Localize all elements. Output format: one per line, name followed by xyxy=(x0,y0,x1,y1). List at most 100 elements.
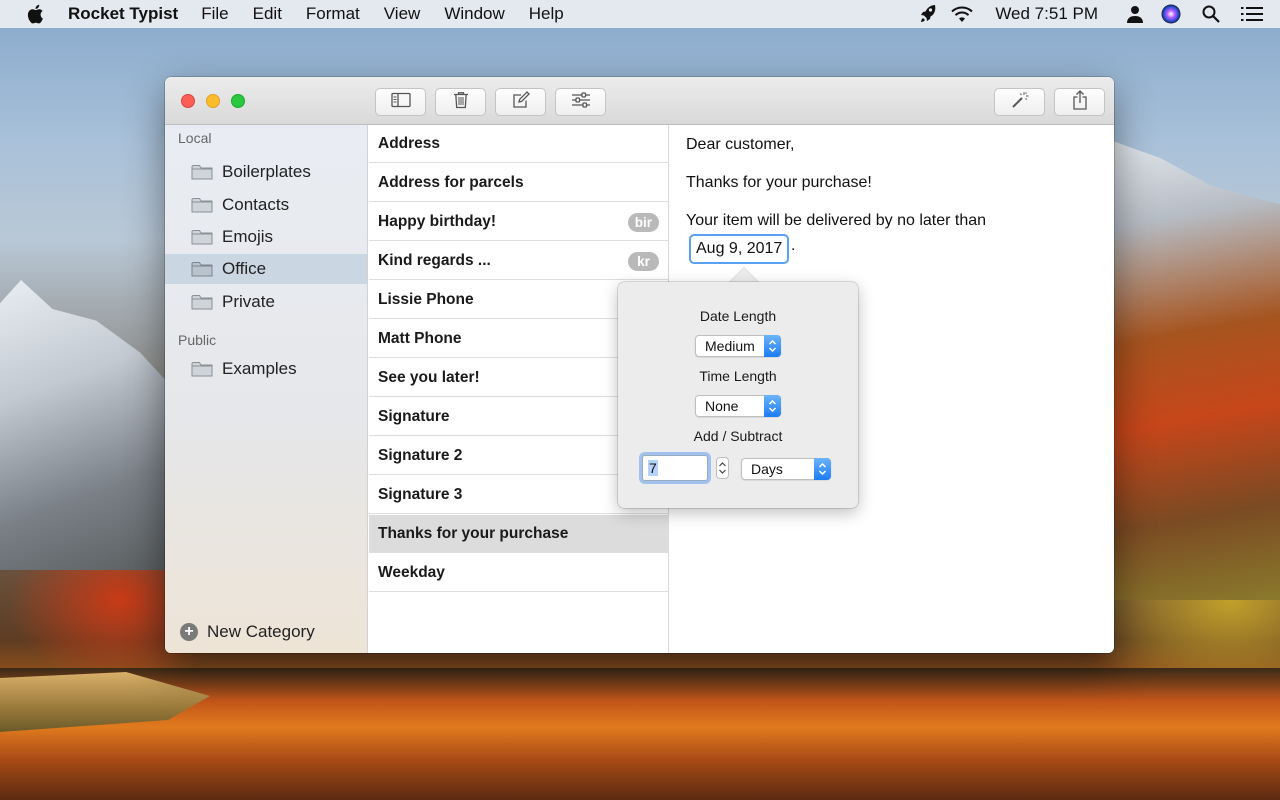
menu-help[interactable]: Help xyxy=(529,4,564,24)
time-length-select[interactable]: None xyxy=(695,395,781,417)
add-subtract-value: 7 xyxy=(648,460,658,476)
sidebar-item-label: Office xyxy=(222,259,267,278)
date-placeholder-token[interactable]: Aug 9, 2017 xyxy=(689,234,790,264)
add-subtract-stepper[interactable] xyxy=(716,457,729,479)
snippet-title: Kind regards ... xyxy=(378,251,491,269)
time-length-value: None xyxy=(705,398,739,414)
new-category-button[interactable]: + New Category xyxy=(180,621,315,643)
add-subtract-input[interactable]: 7 xyxy=(642,455,708,481)
trash-icon xyxy=(453,91,469,114)
sidebar-item-label: Emojis xyxy=(222,227,274,246)
zoom-window-button[interactable] xyxy=(231,94,245,108)
snippet-title: Lissie Phone xyxy=(378,290,474,308)
magic-button[interactable] xyxy=(994,88,1045,116)
snippet-title: Matt Phone xyxy=(378,329,462,347)
sidebar-item-office[interactable]: Office xyxy=(165,254,367,284)
user-icon[interactable] xyxy=(1124,0,1146,28)
menu-file[interactable]: File xyxy=(201,4,228,24)
snippet-title: Address xyxy=(378,134,441,152)
plus-circle-icon: + xyxy=(180,623,198,641)
snippet-title: Happy birthday! xyxy=(378,212,496,230)
unit-select[interactable]: Days xyxy=(741,458,831,480)
editor-trailing-text: . xyxy=(791,237,796,254)
mountain-right xyxy=(1110,140,1280,600)
siri-icon[interactable] xyxy=(1160,0,1182,28)
share-icon xyxy=(1072,89,1088,115)
snippet-row[interactable]: Happy birthday! bir xyxy=(369,203,669,241)
unit-value: Days xyxy=(751,461,783,477)
snippet-title: Signature 2 xyxy=(378,446,463,464)
compose-icon xyxy=(512,90,530,114)
close-window-button[interactable] xyxy=(181,94,195,108)
popover-arrow xyxy=(729,268,759,283)
folder-icon xyxy=(191,196,213,214)
mountain-left xyxy=(0,280,175,570)
editor-line: Dear customer, xyxy=(686,136,795,153)
menu-edit[interactable]: Edit xyxy=(253,4,282,24)
snippet-row-selected[interactable]: Thanks for your purchase xyxy=(369,515,669,553)
wifi-icon[interactable] xyxy=(949,0,975,28)
toggle-sidebar-button[interactable] xyxy=(375,88,426,116)
updown-arrows-icon xyxy=(814,458,831,480)
sidebar-toggle-icon xyxy=(390,92,411,113)
abbreviation-badge: bir xyxy=(627,213,659,232)
magic-wand-icon xyxy=(1011,91,1029,114)
new-category-label: New Category xyxy=(207,622,315,641)
app-menu[interactable]: Rocket Typist xyxy=(68,4,178,24)
menu-window[interactable]: Window xyxy=(444,4,504,24)
sliders-icon xyxy=(571,91,591,113)
menu-view[interactable]: View xyxy=(384,4,421,24)
stepper-arrows-icon xyxy=(719,462,726,474)
sidebar-item-emojis[interactable]: Emojis xyxy=(165,222,367,252)
updown-arrows-icon xyxy=(764,335,781,357)
date-settings-popover: Date Length Medium Time Length None Add … xyxy=(618,282,858,508)
apple-menu-icon[interactable] xyxy=(26,4,46,24)
sidebar-item-label: Private xyxy=(222,292,275,311)
date-length-value: Medium xyxy=(705,338,755,354)
new-snippet-button[interactable] xyxy=(495,88,546,116)
abbreviation-badge: kr xyxy=(628,252,659,271)
sidebar: Local Boilerplates Contacts Emojis Offic… xyxy=(165,125,368,653)
sidebar-item-examples[interactable]: Examples xyxy=(165,354,367,384)
snippet-title: Weekday xyxy=(378,563,445,581)
menu-format[interactable]: Format xyxy=(306,4,360,24)
list-icon[interactable] xyxy=(1240,0,1264,28)
folder-icon xyxy=(191,228,213,246)
snippet-title: Address for parcels xyxy=(378,173,524,191)
snippet-title: See you later! xyxy=(378,368,480,386)
sidebar-item-label: Examples xyxy=(222,359,297,378)
snippet-title: Signature 3 xyxy=(378,485,463,503)
sidebar-item-label: Contacts xyxy=(222,195,290,214)
menu-clock[interactable]: Wed 7:51 PM xyxy=(995,4,1098,24)
sidebar-item-private[interactable]: Private xyxy=(165,287,367,317)
editor-line: Thanks for your purchase! xyxy=(686,174,872,191)
folder-icon xyxy=(191,260,213,278)
delete-button[interactable] xyxy=(435,88,486,116)
section-header-local: Local xyxy=(178,130,212,146)
time-length-label: Time Length xyxy=(699,368,777,384)
snippet-row[interactable]: Address for parcels xyxy=(369,164,669,202)
sidebar-item-boilerplates[interactable]: Boilerplates xyxy=(165,157,367,187)
rocket-icon[interactable] xyxy=(917,0,939,28)
settings-button[interactable] xyxy=(555,88,606,116)
share-button[interactable] xyxy=(1054,88,1105,116)
snippet-row[interactable]: Weekday xyxy=(369,554,669,592)
section-header-public: Public xyxy=(178,332,217,348)
lake xyxy=(0,668,1280,800)
date-length-select[interactable]: Medium xyxy=(695,335,781,357)
folder-icon xyxy=(191,293,213,311)
add-subtract-label: Add / Subtract xyxy=(693,428,783,444)
snippet-row[interactable]: Kind regards ... kr xyxy=(369,242,669,280)
minimize-window-button[interactable] xyxy=(206,94,220,108)
search-icon[interactable] xyxy=(1200,0,1222,28)
editor-line: Your item will be delivered by no later … xyxy=(686,212,987,229)
date-length-label: Date Length xyxy=(699,308,777,324)
folder-icon xyxy=(191,360,213,378)
updown-arrows-icon xyxy=(764,395,781,417)
snippet-title: Signature xyxy=(378,407,450,425)
snippet-title: Thanks for your purchase xyxy=(378,524,569,542)
title-bar[interactable] xyxy=(165,77,1114,125)
sidebar-item-contacts[interactable]: Contacts xyxy=(165,190,367,220)
menu-bar: Rocket Typist File Edit Format View Wind… xyxy=(0,0,1280,28)
snippet-row[interactable]: Address xyxy=(369,125,669,163)
